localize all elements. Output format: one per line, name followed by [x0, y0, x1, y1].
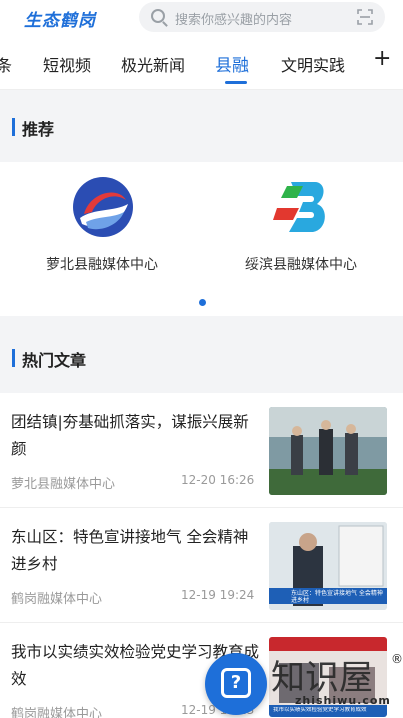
- search-bar[interactable]: 搜索你感兴趣的内容: [139, 2, 385, 32]
- watermark-text: 知识屋: [271, 658, 373, 698]
- tab-short-video[interactable]: 短视频: [43, 52, 91, 76]
- luobei-logo-icon: [73, 177, 133, 237]
- app-logo: 生态鹤岗: [24, 11, 96, 31]
- recommend-title: 推荐: [22, 120, 55, 139]
- add-channel-icon[interactable]: +: [373, 46, 391, 71]
- article-title: 东山区：特色宣讲接地气 全会精神进乡村: [11, 528, 249, 573]
- thumbnail-caption: 东山区：特色宣讲接地气 全会精神进乡村: [291, 590, 383, 604]
- recommend-item-luobei[interactable]: 萝北县融媒体中心: [2, 162, 202, 302]
- search-placeholder: 搜索你感兴趣的内容: [175, 13, 293, 28]
- article-time: 12-19 19:24: [181, 588, 255, 602]
- search-icon: [151, 9, 165, 23]
- article-item[interactable]: 团结镇|夯基础抓落实，谋振兴展新颜 萝北县融媒体中心 12-20 16:26: [0, 393, 403, 508]
- hot-articles-title: 热门文章: [22, 351, 87, 370]
- article-item[interactable]: 东山区：特色宣讲接地气 全会精神进乡村 鹤岗融媒体中心 12-19 19:24 …: [0, 508, 403, 623]
- article-source: 萝北县融媒体中心: [11, 477, 116, 492]
- recommend-label: 绥滨县融媒体中心: [245, 257, 357, 273]
- app-header: 生态鹤岗 搜索你感兴趣的内容: [0, 0, 403, 36]
- recommend-carousel: 萝北县融媒体中心 绥滨县融媒体中心: [0, 162, 403, 316]
- carousel-indicator: [199, 299, 206, 306]
- suibin-logo-icon: [273, 182, 325, 232]
- watermark-logo: 知识屋 ® zhishiwu.com: [271, 650, 403, 716]
- hot-articles-header: 热门文章: [0, 326, 403, 392]
- tab-civilization-practice[interactable]: 文明实践: [281, 52, 345, 76]
- tab-county-media[interactable]: 县融: [215, 51, 249, 76]
- article-source: 鹤岗融媒体中心: [11, 707, 103, 718]
- article-thumbnail: [269, 407, 387, 495]
- section-accent-bar: [12, 349, 15, 367]
- article-title: 团结镇|夯基础抓落实，谋振兴展新颜: [11, 413, 249, 458]
- article-thumbnail: 东山区：特色宣讲接地气 全会精神进乡村: [269, 522, 387, 610]
- active-tab-indicator: [225, 81, 247, 84]
- article-source: 鹤岗融媒体中心: [11, 592, 103, 607]
- watermark-registered: ®: [391, 652, 403, 666]
- recommend-label: 萝北县融媒体中心: [46, 257, 158, 273]
- tab-aurora-news[interactable]: 极光新闻: [121, 52, 185, 76]
- recommend-header: 推荐: [0, 95, 403, 161]
- tab-toutiao[interactable]: 条: [0, 52, 12, 76]
- watermark-url: zhishiwu.com: [295, 694, 391, 707]
- channel-tabs: 条 短视频 极光新闻 县融 文明实践 +: [0, 36, 403, 90]
- help-icon: ?: [221, 668, 251, 698]
- scan-icon[interactable]: [357, 9, 373, 25]
- help-button[interactable]: ?: [205, 653, 267, 715]
- article-time: 12-20 16:26: [181, 473, 255, 487]
- section-accent-bar: [12, 118, 15, 136]
- recommend-item-suibin[interactable]: 绥滨县融媒体中心: [201, 162, 401, 302]
